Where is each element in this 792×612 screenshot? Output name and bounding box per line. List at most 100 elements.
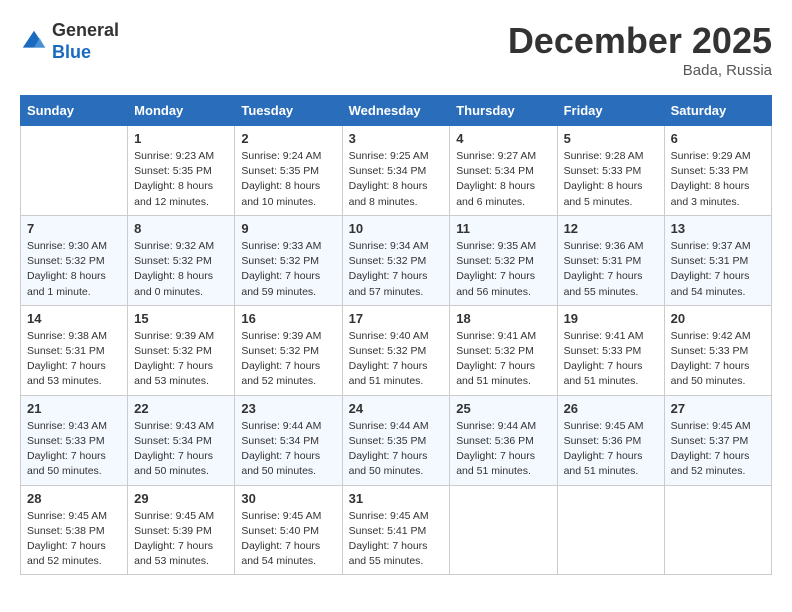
- weekday-friday: Friday: [557, 96, 664, 126]
- calendar-week-row: 28 Sunrise: 9:45 AM Sunset: 5:38 PM Dayli…: [21, 485, 772, 575]
- calendar-header: SundayMondayTuesdayWednesdayThursdayFrid…: [21, 96, 772, 126]
- day-number: 25: [456, 401, 550, 416]
- day-number: 20: [671, 311, 765, 326]
- day-info: Sunrise: 9:45 AM Sunset: 5:36 PM Dayligh…: [564, 419, 658, 480]
- calendar-cell: 2Sunrise: 9:24 AM Sunset: 5:35 PM Daylig…: [235, 126, 342, 216]
- day-number: 4: [456, 131, 550, 146]
- page-header: General Blue December 2025 Bada, Russia: [20, 20, 772, 79]
- calendar-cell: 24 Sunrise: 9:44 AM Sunset: 5:35 PM Dayli…: [342, 395, 450, 485]
- calendar-cell: 17Sunrise: 9:40 AM Sunset: 5:32 PM Dayli…: [342, 305, 450, 395]
- calendar-cell: 25 Sunrise: 9:44 AM Sunset: 5:36 PM Dayli…: [450, 395, 557, 485]
- day-number: 28: [27, 491, 121, 506]
- day-number: 22: [134, 401, 228, 416]
- day-info: Sunrise: 9:38 AM Sunset: 5:31 PM Dayligh…: [27, 329, 121, 390]
- day-info: Sunrise: 9:27 AM Sunset: 5:34 PM Dayligh…: [456, 149, 550, 210]
- weekday-monday: Monday: [128, 96, 235, 126]
- title-block: December 2025 Bada, Russia: [508, 20, 772, 79]
- calendar-cell: 29 Sunrise: 9:45 AM Sunset: 5:39 PM Dayli…: [128, 485, 235, 575]
- day-info: Sunrise: 9:43 AM Sunset: 5:34 PM Dayligh…: [134, 419, 228, 480]
- calendar-cell: [557, 485, 664, 575]
- calendar-cell: 19Sunrise: 9:41 AM Sunset: 5:33 PM Dayli…: [557, 305, 664, 395]
- calendar-cell: 13Sunrise: 9:37 AM Sunset: 5:31 PM Dayli…: [664, 215, 771, 305]
- calendar-cell: 18 Sunrise: 9:41 AM Sunset: 5:32 PM Dayli…: [450, 305, 557, 395]
- day-info: Sunrise: 9:23 AM Sunset: 5:35 PM Dayligh…: [134, 149, 228, 210]
- day-info: Sunrise: 9:33 AM Sunset: 5:32 PM Dayligh…: [241, 239, 335, 300]
- calendar-week-row: 21 Sunrise: 9:43 AM Sunset: 5:33 PM Dayli…: [21, 395, 772, 485]
- calendar-cell: 22 Sunrise: 9:43 AM Sunset: 5:34 PM Dayli…: [128, 395, 235, 485]
- day-number: 21: [27, 401, 121, 416]
- day-info: Sunrise: 9:45 AM Sunset: 5:37 PM Dayligh…: [671, 419, 765, 480]
- calendar-cell: 7Sunrise: 9:30 AM Sunset: 5:32 PM Daylig…: [21, 215, 128, 305]
- day-info: Sunrise: 9:39 AM Sunset: 5:32 PM Dayligh…: [134, 329, 228, 390]
- day-number: 29: [134, 491, 228, 506]
- day-number: 5: [564, 131, 658, 146]
- day-info: Sunrise: 9:43 AM Sunset: 5:33 PM Dayligh…: [27, 419, 121, 480]
- day-number: 8: [134, 221, 228, 236]
- calendar-cell: 27 Sunrise: 9:45 AM Sunset: 5:37 PM Dayli…: [664, 395, 771, 485]
- calendar-cell: 28 Sunrise: 9:45 AM Sunset: 5:38 PM Dayli…: [21, 485, 128, 575]
- month-title: December 2025: [508, 20, 772, 62]
- calendar-cell: 3Sunrise: 9:25 AM Sunset: 5:34 PM Daylig…: [342, 126, 450, 216]
- day-info: Sunrise: 9:40 AM Sunset: 5:32 PM Dayligh…: [349, 329, 444, 390]
- weekday-sunday: Sunday: [21, 96, 128, 126]
- day-info: Sunrise: 9:34 AM Sunset: 5:32 PM Dayligh…: [349, 239, 444, 300]
- day-number: 12: [564, 221, 658, 236]
- calendar-week-row: 7Sunrise: 9:30 AM Sunset: 5:32 PM Daylig…: [21, 215, 772, 305]
- calendar-cell: 20 Sunrise: 9:42 AM Sunset: 5:33 PM Dayli…: [664, 305, 771, 395]
- day-info: Sunrise: 9:45 AM Sunset: 5:38 PM Dayligh…: [27, 509, 121, 570]
- day-info: Sunrise: 9:36 AM Sunset: 5:31 PM Dayligh…: [564, 239, 658, 300]
- calendar-cell: 26 Sunrise: 9:45 AM Sunset: 5:36 PM Dayli…: [557, 395, 664, 485]
- day-info: Sunrise: 9:29 AM Sunset: 5:33 PM Dayligh…: [671, 149, 765, 210]
- calendar-week-row: 14Sunrise: 9:38 AM Sunset: 5:31 PM Dayli…: [21, 305, 772, 395]
- calendar-week-row: 1Sunrise: 9:23 AM Sunset: 5:35 PM Daylig…: [21, 126, 772, 216]
- calendar-cell: 12 Sunrise: 9:36 AM Sunset: 5:31 PM Dayli…: [557, 215, 664, 305]
- day-number: 15: [134, 311, 228, 326]
- day-info: Sunrise: 9:44 AM Sunset: 5:36 PM Dayligh…: [456, 419, 550, 480]
- day-number: 30: [241, 491, 335, 506]
- day-info: Sunrise: 9:44 AM Sunset: 5:35 PM Dayligh…: [349, 419, 444, 480]
- day-number: 11: [456, 221, 550, 236]
- day-number: 27: [671, 401, 765, 416]
- day-number: 7: [27, 221, 121, 236]
- day-number: 18: [456, 311, 550, 326]
- day-number: 31: [349, 491, 444, 506]
- calendar-cell: [21, 126, 128, 216]
- calendar-cell: 5 Sunrise: 9:28 AM Sunset: 5:33 PM Daylig…: [557, 126, 664, 216]
- day-info: Sunrise: 9:45 AM Sunset: 5:39 PM Dayligh…: [134, 509, 228, 570]
- day-info: Sunrise: 9:28 AM Sunset: 5:33 PM Dayligh…: [564, 149, 658, 210]
- day-info: Sunrise: 9:41 AM Sunset: 5:32 PM Dayligh…: [456, 329, 550, 390]
- calendar-body: 1Sunrise: 9:23 AM Sunset: 5:35 PM Daylig…: [21, 126, 772, 575]
- day-info: Sunrise: 9:24 AM Sunset: 5:35 PM Dayligh…: [241, 149, 335, 210]
- calendar-cell: 8 Sunrise: 9:32 AM Sunset: 5:32 PM Daylig…: [128, 215, 235, 305]
- day-info: Sunrise: 9:32 AM Sunset: 5:32 PM Dayligh…: [134, 239, 228, 300]
- calendar-cell: 15 Sunrise: 9:39 AM Sunset: 5:32 PM Dayli…: [128, 305, 235, 395]
- calendar-cell: 6Sunrise: 9:29 AM Sunset: 5:33 PM Daylig…: [664, 126, 771, 216]
- day-info: Sunrise: 9:45 AM Sunset: 5:40 PM Dayligh…: [241, 509, 335, 570]
- day-info: Sunrise: 9:25 AM Sunset: 5:34 PM Dayligh…: [349, 149, 444, 210]
- calendar-cell: 1Sunrise: 9:23 AM Sunset: 5:35 PM Daylig…: [128, 126, 235, 216]
- day-info: Sunrise: 9:44 AM Sunset: 5:34 PM Dayligh…: [241, 419, 335, 480]
- logo-text: General Blue: [52, 20, 119, 63]
- logo-icon: [20, 28, 48, 56]
- weekday-wednesday: Wednesday: [342, 96, 450, 126]
- day-info: Sunrise: 9:37 AM Sunset: 5:31 PM Dayligh…: [671, 239, 765, 300]
- calendar-cell: 16 Sunrise: 9:39 AM Sunset: 5:32 PM Dayli…: [235, 305, 342, 395]
- calendar-cell: 4 Sunrise: 9:27 AM Sunset: 5:34 PM Daylig…: [450, 126, 557, 216]
- day-number: 16: [241, 311, 335, 326]
- day-number: 19: [564, 311, 658, 326]
- weekday-header-row: SundayMondayTuesdayWednesdayThursdayFrid…: [21, 96, 772, 126]
- weekday-thursday: Thursday: [450, 96, 557, 126]
- calendar-cell: [450, 485, 557, 575]
- day-number: 24: [349, 401, 444, 416]
- calendar-cell: 31 Sunrise: 9:45 AM Sunset: 5:41 PM Dayli…: [342, 485, 450, 575]
- day-info: Sunrise: 9:42 AM Sunset: 5:33 PM Dayligh…: [671, 329, 765, 390]
- location: Bada, Russia: [508, 62, 772, 79]
- day-info: Sunrise: 9:39 AM Sunset: 5:32 PM Dayligh…: [241, 329, 335, 390]
- calendar-cell: 10Sunrise: 9:34 AM Sunset: 5:32 PM Dayli…: [342, 215, 450, 305]
- calendar-cell: 11Sunrise: 9:35 AM Sunset: 5:32 PM Dayli…: [450, 215, 557, 305]
- day-number: 26: [564, 401, 658, 416]
- day-info: Sunrise: 9:45 AM Sunset: 5:41 PM Dayligh…: [349, 509, 444, 570]
- day-number: 9: [241, 221, 335, 236]
- calendar-cell: 30 Sunrise: 9:45 AM Sunset: 5:40 PM Dayli…: [235, 485, 342, 575]
- calendar-cell: [664, 485, 771, 575]
